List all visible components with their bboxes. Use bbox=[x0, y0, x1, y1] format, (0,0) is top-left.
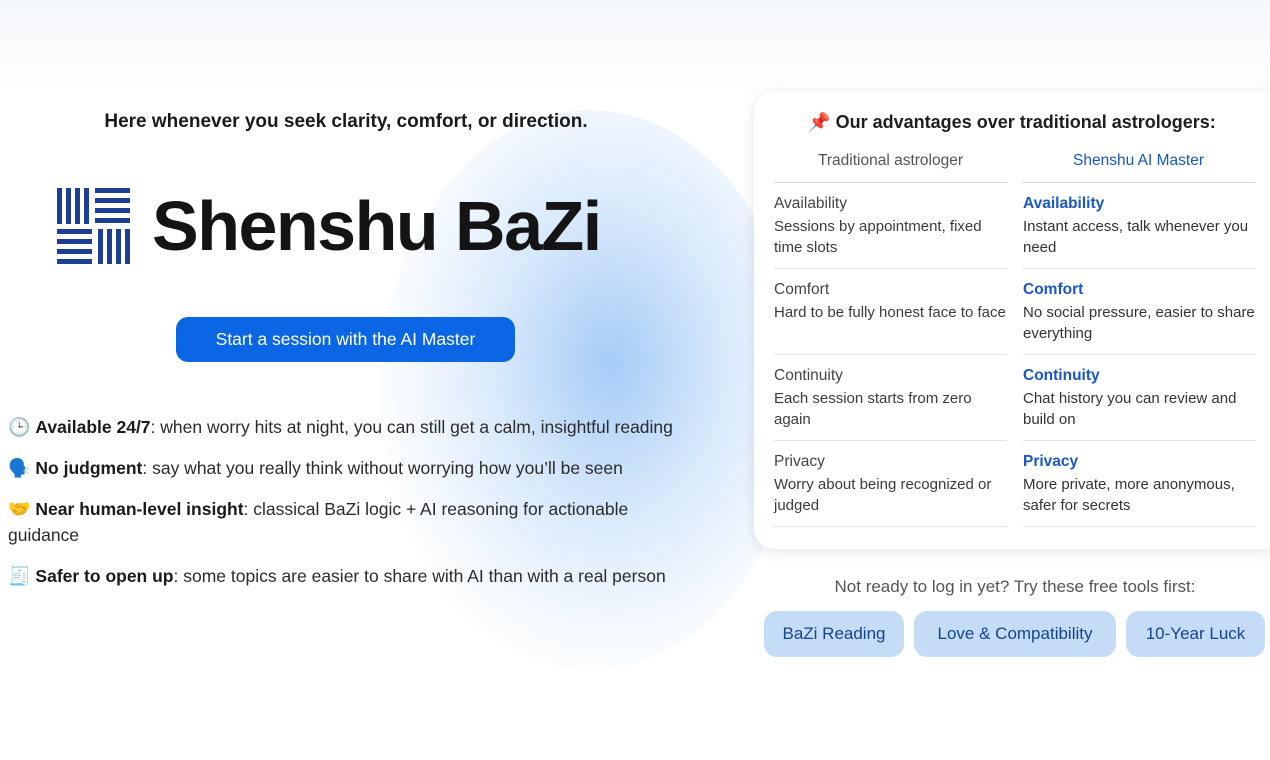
comparison-row-availability: Availability Sessions by appointment, fi… bbox=[774, 183, 1256, 269]
column-header-ai: Shenshu AI Master bbox=[1073, 152, 1204, 169]
cell-label: Privacy bbox=[1023, 453, 1079, 470]
tool-bazi-reading-button[interactable]: BaZi Reading bbox=[764, 611, 904, 657]
cell-desc: Instant access, talk whenever you need bbox=[1023, 218, 1249, 256]
cell-desc: Sessions by appointment, fixed time slot… bbox=[774, 218, 982, 256]
feature-item-insight: 🤝 Near human-level insight: classical BaZ… bbox=[8, 496, 698, 548]
hero-tagline: Here whenever you seek clarity, comfort,… bbox=[104, 111, 588, 132]
hero-section: Here whenever you seek clarity, comfort,… bbox=[0, 0, 700, 760]
cell-label: Availability bbox=[1023, 195, 1105, 212]
cell-desc: Hard to be fully honest face to face bbox=[774, 304, 1006, 321]
brand-logo: Shenshu BaZi bbox=[57, 186, 602, 266]
free-tools: BaZi Reading Love & Compatibility 10-Yea… bbox=[764, 611, 1270, 657]
pushpin-icon: 📌 bbox=[808, 112, 831, 132]
receipt-icon: 🧾 bbox=[8, 566, 31, 586]
feature-item-safer: 🧾 Safer to open up: some topics are easie… bbox=[8, 563, 698, 589]
cell-desc: Chat history you can review and build on bbox=[1023, 390, 1237, 428]
tool-10-year-luck-button[interactable]: 10-Year Luck bbox=[1126, 611, 1265, 657]
cell-label: Continuity bbox=[1023, 367, 1100, 384]
cell-label: Continuity bbox=[774, 367, 843, 384]
cell-desc: More private, more anonymous, safer for … bbox=[1023, 476, 1235, 514]
ai-cell: Privacy More private, more anonymous, sa… bbox=[1023, 441, 1256, 527]
traditional-cell: Privacy Worry about being recognized or … bbox=[774, 441, 1007, 527]
feature-item-available: 🕒 Available 24/7: when worry hits at nigh… bbox=[8, 414, 698, 440]
comparison-title: 📌 Our advantages over traditional astrol… bbox=[754, 112, 1270, 133]
ai-cell: Availability Instant access, talk whenev… bbox=[1023, 183, 1256, 269]
comparison-row-continuity: Continuity Each session starts from zero… bbox=[774, 355, 1256, 441]
comparison-row-privacy: Privacy Worry about being recognized or … bbox=[774, 441, 1256, 527]
comparison-row-comfort: Comfort Hard to be fully honest face to … bbox=[774, 269, 1256, 355]
traditional-cell: Continuity Each session starts from zero… bbox=[774, 355, 1007, 441]
feature-title: Safer to open up bbox=[35, 566, 174, 586]
cell-label: Privacy bbox=[774, 453, 825, 470]
feature-list: 🕒 Available 24/7: when worry hits at nigh… bbox=[8, 414, 698, 604]
traditional-cell: Availability Sessions by appointment, fi… bbox=[774, 183, 1007, 269]
ai-cell: Continuity Chat history you can review a… bbox=[1023, 355, 1256, 441]
cell-desc: Each session starts from zero again bbox=[774, 390, 972, 428]
tool-love-compatibility-button[interactable]: Love & Compatibility bbox=[914, 611, 1116, 657]
handshake-icon: 🤝 bbox=[8, 499, 31, 519]
cell-label: Comfort bbox=[774, 281, 830, 298]
free-tools-caption: Not ready to log in yet? Try these free … bbox=[834, 577, 1196, 596]
comparison-title-text: Our advantages over traditional astrolog… bbox=[835, 112, 1216, 132]
brand-mark-icon bbox=[57, 188, 130, 264]
feature-item-no-judgment: 🗣️ No judgment: say what you really think… bbox=[8, 455, 698, 481]
cell-desc: No social pressure, easier to share ever… bbox=[1023, 304, 1255, 342]
brand-name: Shenshu BaZi bbox=[152, 187, 602, 265]
clock-icon: 🕒 bbox=[8, 417, 31, 437]
feature-title: No judgment bbox=[35, 458, 143, 478]
feature-title: Near human-level insight bbox=[35, 499, 244, 519]
start-session-button[interactable]: Start a session with the AI Master bbox=[176, 317, 515, 362]
feature-title: Available 24/7 bbox=[35, 417, 151, 437]
column-header-traditional: Traditional astrologer bbox=[817, 152, 964, 169]
feature-text: : when worry hits at night, you can stil… bbox=[150, 417, 673, 437]
comparison-rows: Availability Sessions by appointment, fi… bbox=[774, 183, 1256, 527]
comparison-card: 📌 Our advantages over traditional astrol… bbox=[754, 91, 1270, 549]
feature-text: : say what you really think without worr… bbox=[142, 458, 623, 478]
cell-desc: Worry about being recognized or judged bbox=[774, 476, 992, 514]
cell-label: Availability bbox=[774, 195, 847, 212]
traditional-cell: Comfort Hard to be fully honest face to … bbox=[774, 269, 1007, 355]
speaking-head-icon: 🗣️ bbox=[8, 458, 31, 478]
feature-text: : some topics are easier to share with A… bbox=[173, 566, 666, 586]
cell-label: Comfort bbox=[1023, 281, 1084, 298]
ai-cell: Comfort No social pressure, easier to sh… bbox=[1023, 269, 1256, 355]
